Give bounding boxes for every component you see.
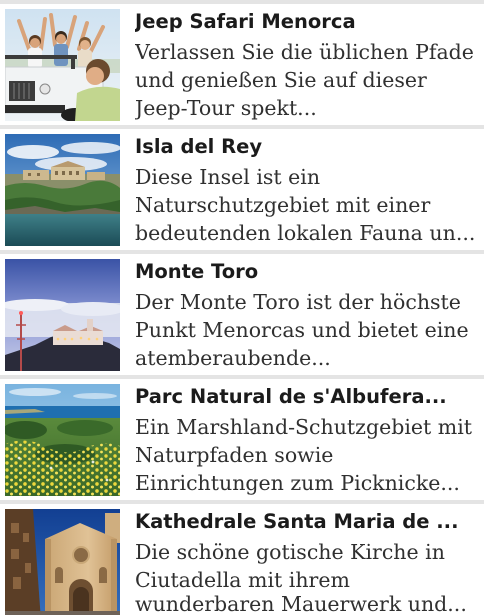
list-item[interactable]: Parc Natural de s'Albufera... Ein Marshl… (0, 379, 484, 500)
item-title: Jeep Safari Menorca (135, 10, 356, 33)
description-line: Jeep-Tour spekt... (135, 96, 317, 120)
description-line: Naturschutzgebiet mit einer (135, 193, 431, 217)
description-line: Naturpfaden sowie (135, 443, 334, 467)
excursion-list: Jeep Safari Menorca Verlassen Sie die üb… (0, 0, 484, 615)
item-title: Monte Toro (135, 260, 259, 283)
list-item[interactable]: Jeep Safari Menorca Verlassen Sie die üb… (0, 4, 484, 125)
description-line: bedeutenden lokalen Fauna un... (135, 221, 476, 245)
description-line: atemberaubende... (135, 346, 331, 370)
description-line: Diese Insel ist ein (135, 165, 321, 189)
list-item[interactable]: Isla del Rey Diese Insel ist ein Natursc… (0, 129, 484, 250)
mountain-sanctuary-photo (5, 259, 120, 371)
item-description: Der Monte Toro ist der höchste Punkt Men… (135, 288, 484, 372)
item-text: Monte Toro Der Monte Toro ist der höchst… (135, 258, 484, 372)
item-description: Die schöne gotische Kirche in Ciutadella… (135, 538, 484, 615)
item-title: Isla del Rey (135, 135, 263, 158)
list-item[interactable]: Kathedrale Santa Maria de ... Die schöne… (0, 504, 484, 615)
description-line: Ciutadella mit ihrem (135, 568, 350, 592)
item-text: Jeep Safari Menorca Verlassen Sie die üb… (135, 8, 484, 122)
description-line: Einrichtungen zum Picknicke... (135, 471, 460, 495)
item-text: Isla del Rey Diese Insel ist ein Natursc… (135, 133, 484, 247)
item-text: Parc Natural de s'Albufera... Ein Marshl… (135, 383, 484, 497)
jeep-safari-photo (5, 9, 120, 121)
description-line: Punkt Menorcas und bietet eine (135, 318, 469, 342)
item-title: Kathedrale Santa Maria de ... (135, 510, 459, 533)
description-line: und genießen Sie auf dieser (135, 68, 427, 92)
description-line: Ein Marshland-Schutzgebiet mit (135, 415, 473, 439)
item-description: Ein Marshland-Schutzgebiet mit Naturpfad… (135, 413, 484, 497)
item-title: Parc Natural de s'Albufera... (135, 385, 447, 408)
cathedral-facade-photo (5, 509, 120, 615)
item-description: Diese Insel ist ein Naturschutzgebiet mi… (135, 163, 484, 247)
description-line: Der Monte Toro ist der höchste (135, 290, 461, 314)
island-coast-photo (5, 134, 120, 246)
list-item[interactable]: Monte Toro Der Monte Toro ist der höchst… (0, 254, 484, 375)
description-line: wunderbaren Mauerwerk und... (135, 594, 467, 615)
item-description: Verlassen Sie die üblichen Pfade und gen… (135, 38, 484, 122)
description-line: Die schöne gotische Kirche in (135, 540, 445, 564)
wetland-flowers-photo (5, 384, 120, 496)
item-text: Kathedrale Santa Maria de ... Die schöne… (135, 508, 484, 615)
description-line: Verlassen Sie die üblichen Pfade (135, 40, 474, 64)
